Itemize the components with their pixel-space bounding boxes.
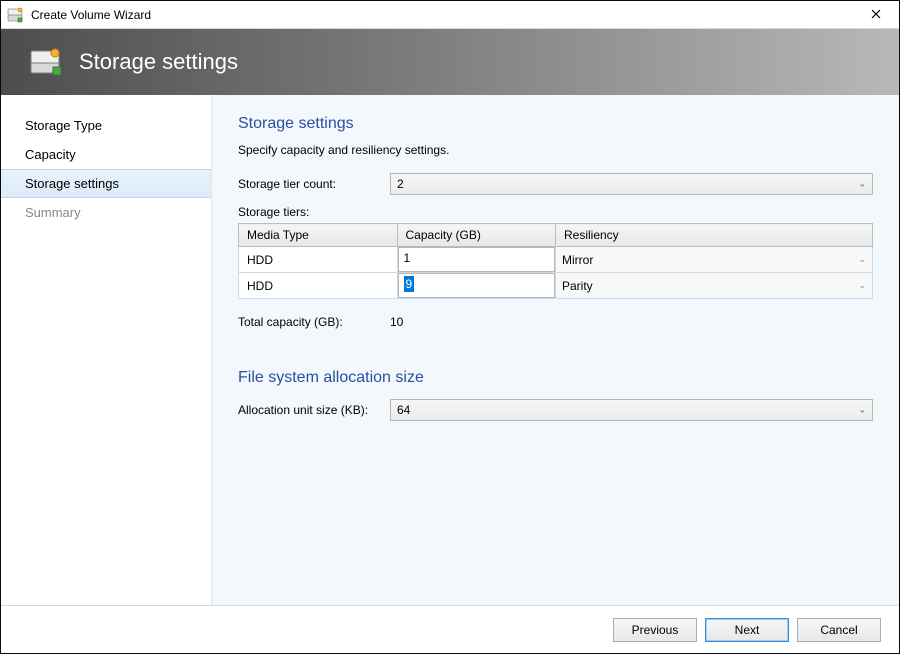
col-capacity[interactable]: Capacity (GB) <box>397 224 556 247</box>
wizard-footer: Previous Next Cancel <box>1 605 899 653</box>
titlebar: Create Volume Wizard <box>1 1 899 29</box>
next-button[interactable]: Next <box>705 618 789 642</box>
sidebar-item-capacity[interactable]: Capacity <box>1 140 211 169</box>
table-row: HDD 1 Mirror ⌄ <box>239 247 873 273</box>
close-icon <box>871 7 881 22</box>
capacity-input[interactable]: 9 <box>398 273 556 298</box>
sidebar-item-storage-settings[interactable]: Storage settings <box>1 169 211 198</box>
cell-capacity[interactable]: 1 <box>397 247 556 273</box>
wizard-header-title: Storage settings <box>79 49 238 75</box>
storage-tiers-table: Media Type Capacity (GB) Resiliency HDD … <box>238 223 873 299</box>
section-title-filesystem: File system allocation size <box>238 369 873 387</box>
storage-header-icon <box>29 47 65 77</box>
total-capacity-value: 10 <box>390 315 403 329</box>
capacity-input[interactable]: 1 <box>398 247 556 272</box>
tier-count-row: Storage tier count: 2 ⌄ <box>238 173 873 195</box>
app-icon <box>7 7 25 23</box>
allocation-value: 64 <box>397 403 410 417</box>
col-media-type[interactable]: Media Type <box>239 224 398 247</box>
previous-button[interactable]: Previous <box>613 618 697 642</box>
chevron-down-icon: ⌄ <box>858 280 866 291</box>
sidebar-item-label: Summary <box>25 205 81 220</box>
allocation-dropdown[interactable]: 64 ⌄ <box>390 399 873 421</box>
cell-resiliency[interactable]: Mirror ⌄ <box>556 247 873 273</box>
resiliency-dropdown[interactable]: Mirror ⌄ <box>556 247 872 272</box>
col-resiliency[interactable]: Resiliency <box>556 224 873 247</box>
cell-media-type: HDD <box>239 247 398 273</box>
allocation-row: Allocation unit size (KB): 64 ⌄ <box>238 399 873 421</box>
allocation-label: Allocation unit size (KB): <box>238 403 390 417</box>
sidebar-item-label: Capacity <box>25 147 76 162</box>
tier-count-value: 2 <box>397 177 404 191</box>
close-button[interactable] <box>853 1 899 29</box>
table-header-row: Media Type Capacity (GB) Resiliency <box>239 224 873 247</box>
total-capacity-label: Total capacity (GB): <box>238 315 390 329</box>
sidebar-item-storage-type[interactable]: Storage Type <box>1 111 211 140</box>
section-title-storage: Storage settings <box>238 115 873 133</box>
total-capacity-row: Total capacity (GB): 10 <box>238 315 873 329</box>
chevron-down-icon: ⌄ <box>858 254 866 265</box>
sidebar-item-label: Storage Type <box>25 118 102 133</box>
wizard-sidebar: Storage Type Capacity Storage settings S… <box>1 95 212 605</box>
sidebar-item-label: Storage settings <box>25 176 119 191</box>
resiliency-dropdown[interactable]: Parity ⌄ <box>556 273 872 298</box>
section-description: Specify capacity and resiliency settings… <box>238 143 873 157</box>
wizard-content: Storage settings Specify capacity and re… <box>212 95 899 605</box>
sidebar-item-summary: Summary <box>1 198 211 227</box>
window-title: Create Volume Wizard <box>31 8 151 22</box>
cell-capacity[interactable]: 9 <box>397 273 556 299</box>
wizard-body: Storage Type Capacity Storage settings S… <box>1 95 899 605</box>
cell-resiliency[interactable]: Parity ⌄ <box>556 273 873 299</box>
wizard-window: Create Volume Wizard Storage settings <box>0 0 900 654</box>
table-row: HDD 9 Parity ⌄ <box>239 273 873 299</box>
tier-count-dropdown[interactable]: 2 ⌄ <box>390 173 873 195</box>
tiers-label: Storage tiers: <box>238 205 873 219</box>
chevron-down-icon: ⌄ <box>858 405 866 416</box>
tier-count-label: Storage tier count: <box>238 177 390 191</box>
chevron-down-icon: ⌄ <box>858 179 866 190</box>
cancel-button[interactable]: Cancel <box>797 618 881 642</box>
wizard-header: Storage settings <box>1 29 899 95</box>
cell-media-type: HDD <box>239 273 398 299</box>
